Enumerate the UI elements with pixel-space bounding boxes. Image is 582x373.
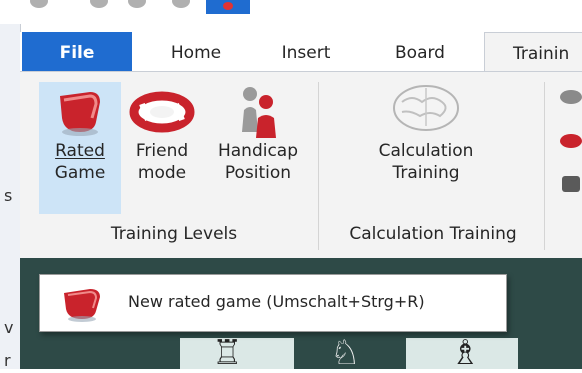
quick-access-active-icon[interactable]	[206, 0, 250, 14]
whistle-icon	[58, 283, 114, 323]
friend-mode-button[interactable]: Friend mode	[124, 82, 200, 184]
ribbon-panel: Rated Game Friend mode Handicap Position…	[20, 71, 582, 260]
group-divider	[318, 82, 319, 250]
tab-insert[interactable]: Insert	[258, 32, 354, 72]
tooltip-text: New rated game (Umschalt+Strg+R)	[128, 292, 425, 311]
friend-mode-label-line1: Friend	[135, 141, 189, 161]
pawns-icon	[208, 82, 308, 140]
rated-game-label-line2: Game	[54, 163, 106, 183]
overflow-icon[interactable]	[560, 90, 582, 104]
quick-access-bar	[0, 0, 582, 24]
training-levels-group-label: Training Levels	[110, 224, 238, 244]
handicap-position-label-line1: Handicap	[217, 141, 299, 161]
calculation-training-group-label: Calculation Training	[349, 224, 517, 244]
calculation-training-label-line2: Training	[392, 163, 460, 183]
calculation-training-button[interactable]: Calculation Training	[356, 82, 496, 184]
lifebuoy-icon	[124, 82, 200, 140]
quick-access-icon[interactable]	[128, 0, 146, 8]
brain-icon	[356, 82, 496, 140]
handicap-position-label-line2: Position	[224, 163, 292, 183]
edge-text: v	[4, 318, 14, 337]
overflow-icon[interactable]	[562, 176, 580, 192]
tab-home[interactable]: Home	[148, 32, 244, 72]
whistle-icon	[39, 82, 121, 140]
edge-text: s	[4, 186, 13, 205]
edge-text: r	[4, 351, 11, 370]
rated-game-label-line1: Rated	[55, 141, 105, 161]
tab-file[interactable]: File	[22, 32, 132, 72]
overflow-icon[interactable]	[560, 134, 582, 148]
left-window-edge: s v r	[0, 24, 21, 370]
quick-access-icon[interactable]	[172, 0, 190, 8]
rook-piece-icon[interactable]: ♖	[212, 336, 242, 370]
calculation-training-label-line1: Calculation	[378, 141, 474, 161]
friend-mode-label-line2: mode	[137, 163, 187, 183]
rated-game-tooltip[interactable]: New rated game (Umschalt+Strg+R)	[39, 274, 507, 332]
bishop-piece-icon[interactable]: ♗	[450, 336, 480, 370]
knight-piece-icon[interactable]: ♘	[330, 336, 360, 370]
group-divider	[544, 82, 545, 250]
quick-access-icon[interactable]	[30, 0, 48, 8]
ribbon-tab-row: File Home Insert Board Trainin	[20, 32, 582, 72]
tab-board[interactable]: Board	[372, 32, 468, 72]
rated-game-button[interactable]: Rated Game	[39, 82, 121, 214]
tab-training[interactable]: Trainin	[484, 32, 582, 72]
handicap-position-button[interactable]: Handicap Position	[208, 82, 308, 184]
quick-access-icon[interactable]	[90, 0, 108, 8]
